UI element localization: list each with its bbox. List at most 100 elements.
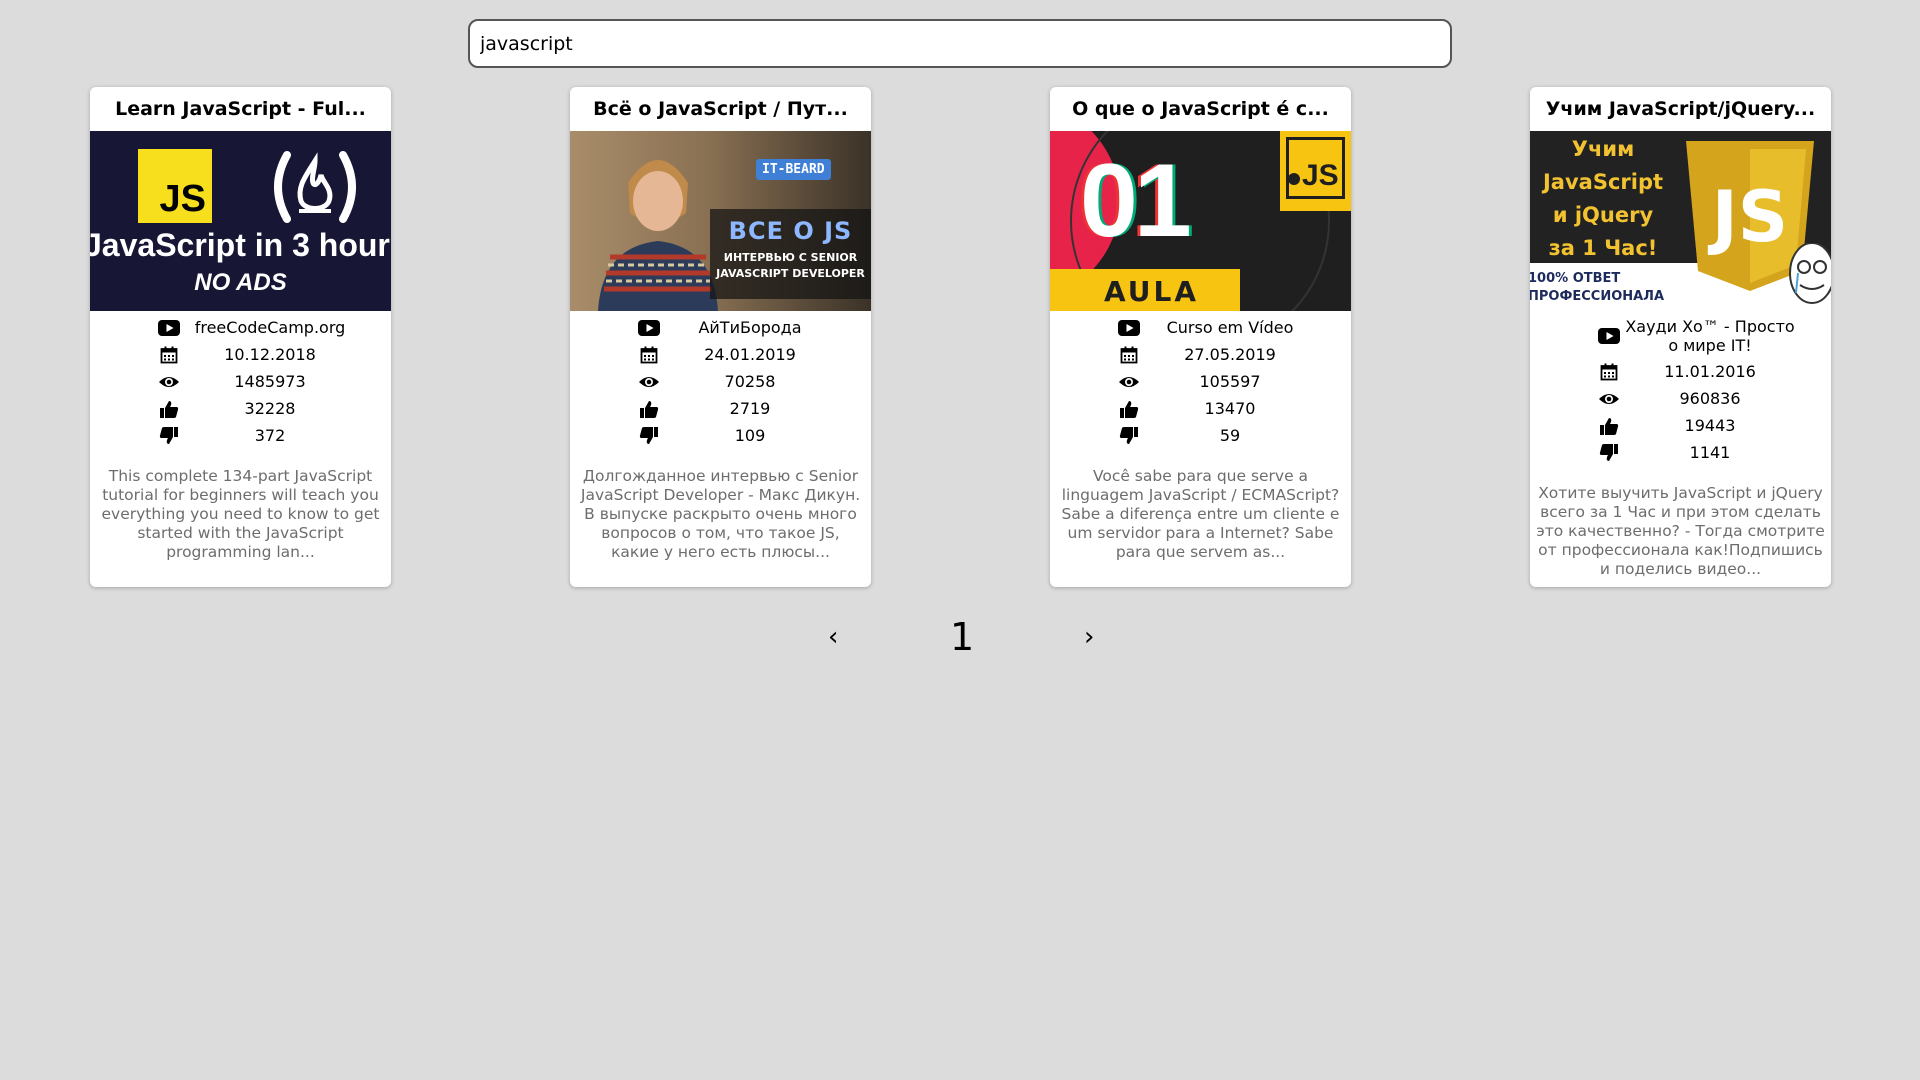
- like-count: 2719: [729, 399, 771, 418]
- thumbnail-headline: JavaScript in 3 hours: [90, 227, 391, 263]
- video-results: Learn JavaScript - Ful... JS JavaScript …: [0, 87, 1920, 587]
- views-row: 70258: [570, 368, 871, 395]
- date-row: 27.05.2019: [1050, 341, 1351, 368]
- eye-icon: [637, 372, 661, 392]
- dislike-count: 372: [254, 426, 286, 445]
- channel-row: АйТиБорода: [570, 314, 871, 341]
- view-count: 105597: [1199, 372, 1261, 391]
- video-title[interactable]: O que o JavaScript é c...: [1050, 87, 1351, 131]
- video-description: Você sabe para que serve a linguagem Jav…: [1061, 467, 1340, 561]
- video-card[interactable]: Learn JavaScript - Ful... JS JavaScript …: [90, 87, 391, 587]
- thumbnail-caption-2: ПРОФЕССИОНАЛА: [1530, 289, 1665, 304]
- video-title[interactable]: Учим JavaScript/jQuery...: [1530, 87, 1831, 131]
- thumbnail-textbox: ВСЕ О JS ИНТЕРВЬЮ С SENIOR JAVASCRIPT DE…: [710, 209, 871, 299]
- thumbs-down-icon: [1597, 443, 1621, 463]
- video-title[interactable]: Learn JavaScript - Ful...: [90, 87, 391, 131]
- likes-row: 2719: [570, 395, 871, 422]
- thumbs-down-icon: [1117, 426, 1141, 446]
- likes-row: 13470: [1050, 395, 1351, 422]
- search-input[interactable]: [468, 19, 1452, 68]
- youtube-icon: [157, 318, 181, 338]
- dislike-count: 59: [1219, 426, 1241, 445]
- svg-text:JS: JS: [1708, 176, 1788, 258]
- thumbnail-badge: IT-BEARD: [756, 159, 831, 180]
- thumbs-down-icon: [637, 426, 661, 446]
- video-card[interactable]: O que o JavaScript é c... 01 JS AULA Cur…: [1050, 87, 1351, 587]
- eye-icon: [157, 372, 181, 392]
- likes-row: 32228: [90, 395, 391, 422]
- date-row: 24.01.2019: [570, 341, 871, 368]
- youtube-icon: [1597, 326, 1621, 346]
- thumbs-down-icon: [157, 426, 181, 446]
- thumbnail-subline: NO ADS: [194, 269, 287, 296]
- publish-date: 24.01.2019: [704, 345, 796, 364]
- calendar-icon: [1597, 362, 1621, 382]
- thumbnail-label-bar: AULA: [1050, 269, 1240, 311]
- dislikes-row: 372: [90, 422, 391, 449]
- calendar-icon: [157, 345, 181, 365]
- video-meta: АйТиБорода 24.01.2019 70258 2719 109: [570, 314, 871, 449]
- publish-date: 10.12.2018: [224, 345, 316, 364]
- channel-name[interactable]: Хауди Хо™ - Просто о мире IT!: [1621, 317, 1799, 355]
- youtube-icon: [637, 318, 661, 338]
- thumbnail-text-block: Учим JavaScript и jQuery за 1 Час!: [1542, 137, 1664, 260]
- channel-row: freeCodeCamp.org: [90, 314, 391, 341]
- video-title[interactable]: Всё о JavaScript / Пут...: [570, 87, 871, 131]
- view-count: 960836: [1679, 389, 1741, 408]
- dislike-count: 1141: [1689, 443, 1731, 462]
- date-row: 11.01.2016: [1530, 358, 1831, 385]
- publish-date: 27.05.2019: [1184, 345, 1276, 364]
- video-thumbnail[interactable]: 01 JS AULA: [1050, 131, 1351, 311]
- dislike-count: 109: [734, 426, 766, 445]
- video-description: Долгожданное интервью с Senior JavaScrip…: [580, 467, 861, 561]
- video-description: Хотите выучить JavaScript и jQuery всего…: [1536, 484, 1825, 578]
- eye-icon: [1117, 372, 1141, 392]
- freecodecamp-logo: [265, 149, 365, 225]
- video-description: This complete 134-part JavaScript tutori…: [101, 467, 380, 561]
- thumbs-up-icon: [157, 399, 181, 419]
- like-count: 32228: [244, 399, 296, 418]
- search-bar: [468, 19, 1452, 68]
- channel-row: Curso em Vídeo: [1050, 314, 1351, 341]
- video-meta: Хауди Хо™ - Просто о мире IT! 11.01.2016…: [1530, 314, 1831, 466]
- dislikes-row: 59: [1050, 422, 1351, 449]
- js-logo-badge: JS: [1280, 131, 1351, 211]
- likes-row: 19443: [1530, 412, 1831, 439]
- js-logo-badge: JS: [138, 149, 212, 223]
- like-count: 19443: [1684, 416, 1736, 435]
- thumbnail-caption-1: 100% ОТВЕТ: [1530, 271, 1621, 286]
- view-count: 1485973: [234, 372, 306, 391]
- video-meta: freeCodeCamp.org 10.12.2018 1485973 3222…: [90, 314, 391, 449]
- video-thumbnail[interactable]: Учим JavaScript и jQuery за 1 Час! JS 10…: [1530, 131, 1831, 311]
- calendar-icon: [637, 345, 661, 365]
- view-count: 70258: [724, 372, 776, 391]
- views-row: 960836: [1530, 385, 1831, 412]
- views-row: 1485973: [90, 368, 391, 395]
- thumbs-up-icon: [637, 399, 661, 419]
- dislikes-row: 109: [570, 422, 871, 449]
- thumbs-up-icon: [1597, 416, 1621, 436]
- dislikes-row: 1141: [1530, 439, 1831, 466]
- thumbnail-person: [588, 143, 728, 311]
- eye-icon: [1597, 389, 1621, 409]
- prev-page-button[interactable]: ‹: [828, 612, 838, 662]
- current-page: 1: [950, 615, 975, 659]
- video-card[interactable]: Всё о JavaScript / Пут... IT-BEARD ВСЕ О…: [570, 87, 871, 587]
- channel-name[interactable]: Curso em Vídeo: [1141, 318, 1319, 337]
- pagination: ‹ 1 ›: [0, 612, 1920, 662]
- video-meta: Curso em Vídeo 27.05.2019 105597 13470 5…: [1050, 314, 1351, 449]
- views-row: 105597: [1050, 368, 1351, 395]
- youtube-icon: [1117, 318, 1141, 338]
- publish-date: 11.01.2016: [1664, 362, 1756, 381]
- video-card[interactable]: Учим JavaScript/jQuery... Учим JavaScrip…: [1530, 87, 1831, 587]
- date-row: 10.12.2018: [90, 341, 391, 368]
- video-thumbnail[interactable]: JS JavaScript in 3 hours NO ADS: [90, 131, 391, 311]
- next-page-button[interactable]: ›: [1084, 612, 1094, 662]
- channel-row: Хауди Хо™ - Просто о мире IT!: [1530, 314, 1831, 358]
- video-thumbnail[interactable]: IT-BEARD ВСЕ О JS ИНТЕРВЬЮ С SENIOR JAVA…: [570, 131, 871, 311]
- channel-name[interactable]: freeCodeCamp.org: [181, 318, 359, 337]
- channel-name[interactable]: АйТиБорода: [661, 318, 839, 337]
- meme-face-icon: [1788, 243, 1831, 307]
- thumbnail-number: 01: [1080, 143, 1192, 259]
- calendar-icon: [1117, 345, 1141, 365]
